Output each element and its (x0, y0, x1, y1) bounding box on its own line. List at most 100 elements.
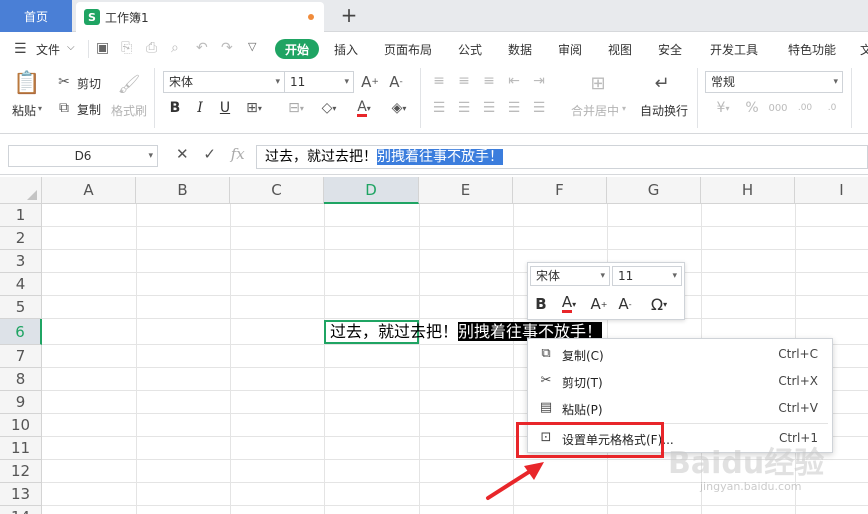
row-header-3[interactable]: 3 (0, 250, 42, 273)
decrease-font-icon[interactable]: A- (386, 72, 406, 92)
row-header-7[interactable]: 7 (0, 345, 42, 368)
number-format-select[interactable]: 常规 ▾ (705, 71, 843, 93)
align-right-icon[interactable]: ☰ (480, 99, 498, 117)
thousands-icon[interactable]: 000 (768, 98, 788, 118)
distribute-icon[interactable]: ☰ (530, 99, 548, 117)
indent-decrease-icon[interactable]: ⇤ (505, 72, 523, 90)
new-tab-button[interactable]: + (338, 4, 360, 26)
mini-bold-icon[interactable]: B (532, 293, 550, 315)
menu-tab-security[interactable]: 安全 (658, 41, 682, 58)
increase-decimal-icon[interactable]: .00 (795, 98, 815, 118)
menu-tab-formulas[interactable]: 公式 (458, 41, 482, 58)
font-size-select[interactable]: 11 ▾ (284, 71, 354, 93)
indent-increase-icon[interactable]: ⇥ (530, 72, 548, 90)
mini-symbol-icon[interactable]: Ω ▾ (644, 293, 674, 315)
select-all-corner[interactable] (0, 177, 42, 204)
paste-caret-icon[interactable]: ▾ (38, 104, 42, 113)
row-header-14[interactable]: 14 (0, 506, 42, 514)
mini-increase-font-icon[interactable]: A + (588, 293, 610, 315)
percent-icon[interactable]: % (742, 98, 762, 118)
wrap-text-button[interactable]: 自动换行 (640, 102, 688, 119)
row-header-12[interactable]: 12 (0, 460, 42, 483)
copy-button[interactable]: 复制 (77, 101, 101, 118)
merge-center-button[interactable]: 合并居中 (571, 102, 619, 119)
cancel-icon[interactable]: ✕ (176, 145, 189, 163)
cut-button[interactable]: 剪切 (77, 75, 101, 92)
merge-center-icon[interactable]: ⊞ (586, 72, 610, 94)
insert-function-icon[interactable]: fx (231, 145, 245, 163)
format-painter-icon[interactable]: 🖌 (117, 72, 141, 96)
context-item-paste[interactable]: ▤ 粘贴(P) Ctrl+V (528, 395, 834, 422)
row-header-13[interactable]: 13 (0, 483, 42, 506)
redo-icon[interactable]: ↷ (221, 40, 233, 56)
merge-caret-icon[interactable]: ▾ (622, 104, 626, 113)
column-header-d[interactable]: D (324, 177, 419, 204)
row-header-2[interactable]: 2 (0, 227, 42, 250)
column-header-i[interactable]: I (795, 177, 868, 204)
column-header-g[interactable]: G (607, 177, 701, 204)
row-header-5[interactable]: 5 (0, 296, 42, 319)
confirm-icon[interactable]: ✓ (203, 145, 216, 163)
tab-document[interactable]: S 工作簿1 (76, 2, 324, 32)
context-item-copy[interactable]: ⧉ 复制(C) Ctrl+C (528, 341, 834, 368)
more-chevron-icon[interactable]: ▽ (248, 40, 256, 53)
font-name-select[interactable]: 宋体 ▾ (163, 71, 285, 93)
mini-font-size-select[interactable]: 11 ▾ (612, 266, 682, 286)
hamburger-icon[interactable]: ☰ (14, 41, 27, 57)
decrease-decimal-icon[interactable]: .0 (822, 98, 842, 118)
column-header-b[interactable]: B (136, 177, 230, 204)
scissors-icon[interactable]: ✂ (56, 74, 72, 90)
paste-icon[interactable]: 📋 (13, 70, 40, 96)
align-left-icon[interactable]: ☰ (430, 99, 448, 117)
context-item-cut[interactable]: ✂ 剪切(T) Ctrl+X (528, 368, 834, 395)
align-top-icon[interactable]: ≡ (430, 72, 448, 90)
border-icon[interactable]: ⊞ ▾ (242, 98, 266, 118)
chevron-down-icon[interactable]: ⌵ (67, 42, 75, 53)
menu-tab-developer[interactable]: 开发工具 (710, 41, 758, 58)
mini-font-color-icon[interactable]: A ▾ (556, 293, 582, 315)
tab-home[interactable]: 首页 (0, 0, 72, 32)
preview-icon[interactable]: ⌕ (171, 40, 179, 56)
wrap-text-icon[interactable]: ↵ (650, 72, 674, 94)
align-middle-icon[interactable]: ≡ (455, 72, 473, 90)
menu-tab-page-layout[interactable]: 页面布局 (384, 41, 432, 58)
font-color-icon[interactable]: A ▾ (350, 98, 378, 118)
save-icon[interactable]: ▣ (96, 40, 109, 56)
mini-decrease-font-icon[interactable]: A- (614, 293, 636, 315)
print-icon[interactable]: ⎙ (146, 40, 157, 56)
menu-tab-view[interactable]: 视图 (608, 41, 632, 58)
align-center-icon[interactable]: ☰ (455, 99, 473, 117)
row-header-9[interactable]: 9 (0, 391, 42, 414)
clear-format-icon[interactable]: ◈ ▾ (384, 98, 414, 118)
menu-tab-overflow[interactable]: 文 (860, 41, 868, 58)
row-header-1[interactable]: 1 (0, 204, 42, 227)
fill-color-icon[interactable]: ◇ ▾ (314, 98, 344, 118)
menu-tab-data[interactable]: 数据 (508, 41, 532, 58)
italic-icon[interactable]: I (191, 98, 209, 118)
bold-icon[interactable]: B (166, 98, 184, 118)
row-header-4[interactable]: 4 (0, 273, 42, 296)
merge-style-icon[interactable]: ⊟ ▾ (284, 98, 308, 118)
column-header-e[interactable]: E (419, 177, 513, 204)
mini-font-name-select[interactable]: 宋体 ▾ (530, 266, 610, 286)
align-bottom-icon[interactable]: ≡ (480, 72, 498, 90)
menu-tab-insert[interactable]: 插入 (334, 41, 358, 58)
increase-font-icon[interactable]: A + (360, 72, 380, 92)
column-header-f[interactable]: F (513, 177, 607, 204)
column-header-a[interactable]: A (42, 177, 136, 204)
menu-file[interactable]: 文件 (36, 41, 60, 58)
name-box[interactable]: D6 ▾ (8, 145, 158, 167)
justify-icon[interactable]: ☰ (505, 99, 523, 117)
column-header-h[interactable]: H (701, 177, 795, 204)
row-header-6[interactable]: 6 (0, 319, 42, 345)
row-header-11[interactable]: 11 (0, 437, 42, 460)
export-icon[interactable]: ⎘ (121, 40, 132, 56)
column-header-c[interactable]: C (230, 177, 324, 204)
formula-input[interactable]: 过去，就过去把！别拽着往事不放手！ (256, 145, 868, 169)
row-header-10[interactable]: 10 (0, 414, 42, 437)
format-painter-button[interactable]: 格式刷 (111, 102, 147, 119)
menu-tab-start[interactable]: 开始 (275, 39, 319, 59)
menu-tab-special[interactable]: 特色功能 (788, 41, 836, 58)
currency-icon[interactable]: ¥ ▾ (708, 98, 738, 118)
row-header-8[interactable]: 8 (0, 368, 42, 391)
